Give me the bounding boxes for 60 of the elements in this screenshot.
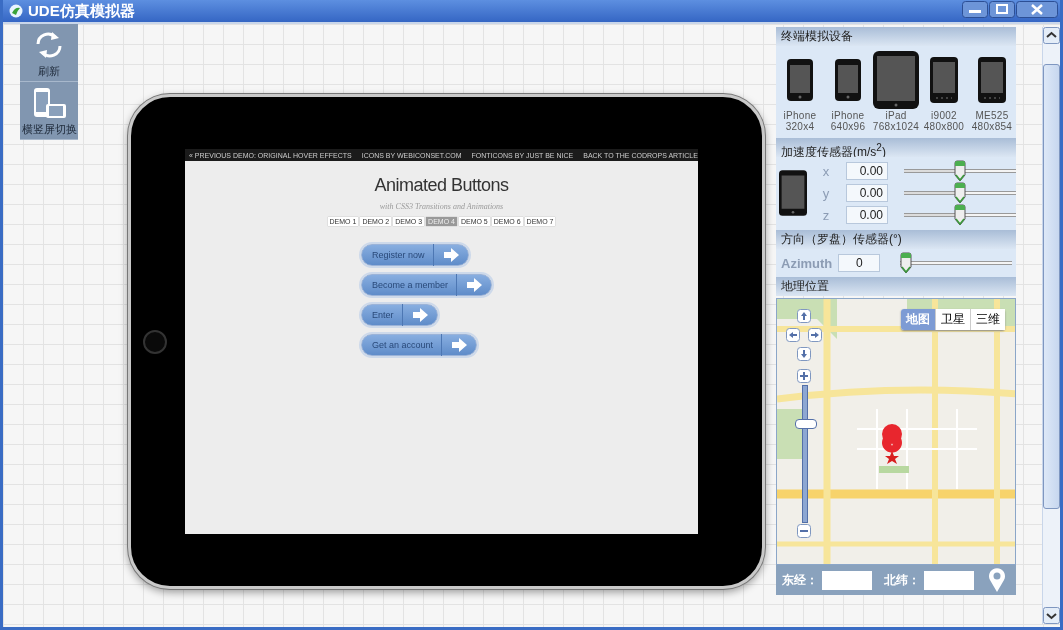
app-logo-icon: [9, 4, 23, 18]
maximize-icon[interactable]: [989, 1, 1015, 18]
map-type-tab[interactable]: 卫星: [935, 309, 970, 330]
axis-label: x: [821, 163, 831, 179]
slider[interactable]: [900, 252, 1013, 274]
pan-left-icon[interactable]: [786, 328, 800, 342]
device-name: iPhone: [783, 110, 817, 121]
axis-label: y: [821, 185, 831, 201]
longitude-label: 东经：: [782, 571, 818, 589]
device-resolution: 480x800: [923, 121, 965, 132]
scroll-up-icon[interactable]: [1043, 27, 1060, 44]
zoom-in-icon[interactable]: [797, 369, 811, 383]
pan-right-icon[interactable]: [808, 328, 822, 342]
device-resolution: 640x96: [830, 121, 866, 132]
map-marker-icon: [882, 424, 902, 453]
device-resolution: 320x4: [785, 121, 815, 132]
longitude-field[interactable]: [822, 570, 872, 590]
phone-rotate-icon: [31, 87, 67, 119]
value-field[interactable]: 0.00: [846, 184, 888, 202]
section-header: 地理位置: [776, 277, 1016, 296]
latitude-field[interactable]: [924, 570, 974, 590]
device-name: iPad: [885, 110, 907, 121]
page-heading: Animated Buttons: [374, 175, 509, 196]
tablet-icon[interactable]: [873, 51, 919, 109]
star-icon: [885, 451, 899, 464]
slider-thumb[interactable]: [954, 182, 966, 204]
value-field[interactable]: 0.00: [846, 162, 888, 180]
scroll-thumb[interactable]: [1043, 64, 1060, 509]
zoom-out-icon[interactable]: [797, 524, 811, 538]
zoom-slider-thumb[interactable]: [795, 418, 817, 429]
minimize-icon[interactable]: [962, 1, 988, 18]
scroll-down-icon[interactable]: [1043, 607, 1060, 624]
device-name: ME525: [975, 110, 1009, 121]
pan-down-icon[interactable]: [797, 347, 811, 361]
scrollbar[interactable]: [1042, 27, 1060, 624]
phone-icon[interactable]: [930, 57, 958, 103]
phone-icon: [779, 167, 807, 219]
phone-icon[interactable]: [787, 59, 813, 101]
phone-icon[interactable]: [835, 59, 861, 101]
value-field[interactable]: 0.00: [846, 206, 888, 224]
slider-thumb[interactable]: [954, 204, 966, 226]
slider-thumb[interactable]: [900, 252, 913, 274]
pan-up-icon[interactable]: [797, 309, 811, 323]
section-header: 方向（罗盘）传感器(°): [776, 230, 1016, 249]
device-resolution: 480x854: [971, 121, 1013, 132]
location-pin-icon[interactable]: [988, 567, 1006, 593]
device-resolution: 768x1024: [872, 121, 920, 132]
axis-label: z: [821, 207, 831, 223]
close-icon[interactable]: [1016, 1, 1058, 18]
section-header: 终端模拟设备: [776, 27, 1016, 46]
page-subtitle: with CSS3 Transitions and Animations: [379, 202, 504, 211]
slider-thumb[interactable]: [954, 160, 966, 182]
value-field[interactable]: 0: [838, 254, 881, 272]
device-name: i9002: [931, 110, 957, 121]
device-name: iPhone: [831, 110, 865, 121]
phone-icon[interactable]: [978, 57, 1006, 103]
window-title: UDE仿真模拟器: [28, 1, 136, 21]
latitude-label: 北纬：: [884, 571, 920, 589]
map-type-tab[interactable]: 三维: [970, 309, 1005, 330]
azimuth-label: Azimuth: [781, 255, 833, 271]
